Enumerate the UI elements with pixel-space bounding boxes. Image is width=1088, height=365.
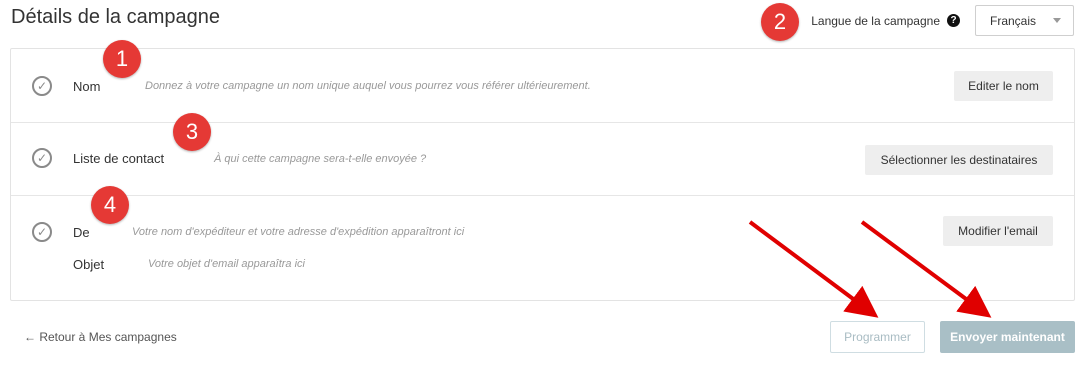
check-circle-icon: ✓ bbox=[32, 222, 52, 242]
subject-hint: Votre objet d'email apparaîtra ici bbox=[148, 258, 305, 270]
check-circle-icon: ✓ bbox=[32, 148, 52, 168]
annotation-badge-1: 1 bbox=[103, 40, 141, 78]
help-icon[interactable]: ? bbox=[947, 14, 960, 27]
edit-email-button[interactable]: Modifier l'email bbox=[943, 216, 1053, 246]
sender-hint: Votre nom d'expéditeur et votre adresse … bbox=[132, 226, 465, 238]
send-now-button[interactable]: Envoyer maintenant bbox=[940, 321, 1075, 353]
sender-label: De bbox=[73, 225, 90, 240]
chevron-down-icon bbox=[1053, 18, 1061, 23]
contact-list-hint: À qui cette campagne sera-t-elle envoyée… bbox=[214, 153, 427, 165]
row-contact-list: ✓ Liste de contact À qui cette campagne … bbox=[11, 123, 1074, 196]
subject-label: Objet bbox=[73, 257, 105, 272]
contact-list-label: Liste de contact bbox=[73, 151, 165, 166]
name-hint: Donnez à votre campagne un nom unique au… bbox=[145, 80, 591, 92]
campaign-details-card: ✓ Nom Donnez à votre campagne un nom uni… bbox=[10, 48, 1075, 301]
schedule-button[interactable]: Programmer bbox=[830, 321, 925, 353]
language-select[interactable]: Français bbox=[975, 5, 1074, 36]
edit-name-button[interactable]: Editer le nom bbox=[954, 71, 1053, 101]
annotation-badge-2: 2 bbox=[761, 3, 799, 41]
annotation-badge-3: 3 bbox=[173, 113, 211, 151]
page-title: Détails de la campagne bbox=[11, 6, 221, 28]
annotation-badge-4: 4 bbox=[91, 186, 129, 224]
select-recipients-button[interactable]: Sélectionner les destinataires bbox=[865, 145, 1053, 175]
back-to-campaigns-link[interactable]: ← Retour à Mes campagnes bbox=[24, 330, 177, 344]
name-label: Nom bbox=[73, 79, 101, 94]
row-sender: ✓ De Votre nom d'expéditeur et votre adr… bbox=[11, 196, 1074, 302]
language-label: Langue de la campagne bbox=[811, 13, 940, 28]
campaign-language: Langue de la campagne ? Français bbox=[811, 5, 1074, 36]
row-name: ✓ Nom Donnez à votre campagne un nom uni… bbox=[11, 49, 1074, 123]
language-value: Français bbox=[990, 13, 1037, 28]
check-circle-icon: ✓ bbox=[32, 76, 52, 96]
